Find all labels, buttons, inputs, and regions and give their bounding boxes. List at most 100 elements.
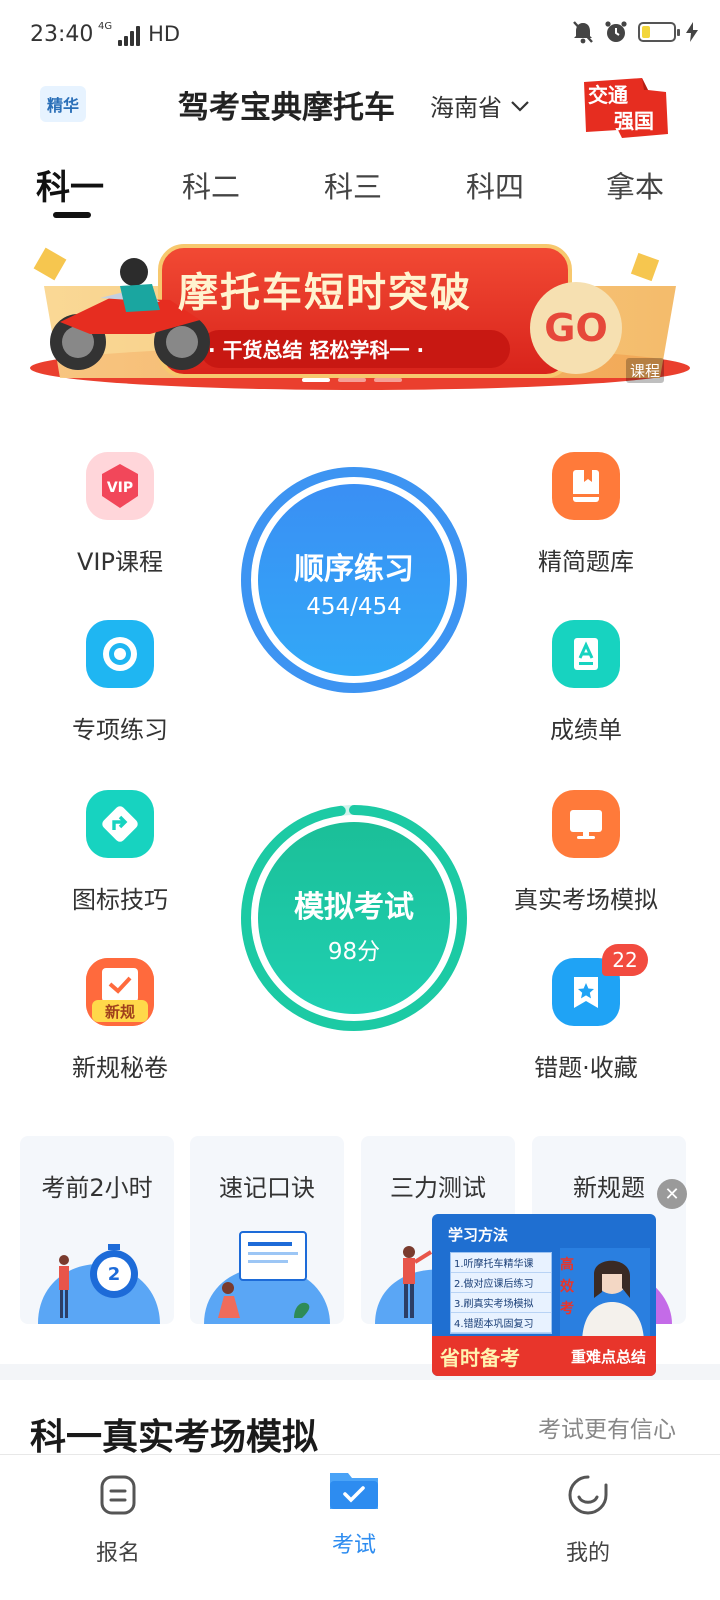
vip-course-label: VIP课程 [77, 548, 163, 576]
profile-smile-icon [568, 1475, 608, 1515]
traffic-power-logo[interactable]: 交通 强国 [582, 76, 668, 138]
network-type: 4G [98, 21, 113, 32]
banner-dot-1 [302, 378, 330, 382]
sign-tips-label: 图标技巧 [72, 886, 168, 914]
exam-folder-icon [330, 1473, 378, 1509]
card-exam-2-hours[interactable]: 考前2小时 2 [20, 1136, 174, 1324]
special-practice-entry[interactable]: 专项练习 [30, 620, 210, 745]
card-label: 考前2小时 [41, 1174, 153, 1202]
ad-footer-right: 重难点总结 [570, 1348, 646, 1366]
bottom-navigation: 报名 考试 我的 [0, 1454, 720, 1600]
score-report-entry[interactable]: 成绩单 [496, 620, 676, 745]
status-bar: 23:40 4G HD [0, 0, 720, 72]
mistakes-favorites-entry[interactable]: 错题·收藏 [496, 958, 676, 1083]
real-exam-sim-entry[interactable]: 真实考场模拟 [496, 790, 676, 915]
tab-subject-2[interactable]: 科二 [182, 164, 240, 206]
logo-text-bottom: 强国 [614, 109, 654, 133]
tab-subject-4[interactable]: 科四 [466, 164, 524, 206]
battery-level [642, 26, 650, 38]
study-illustration [204, 1231, 330, 1324]
ad-footer-left: 省时备考 [440, 1346, 520, 1370]
app-header: 精华 驾考宝典摩托车 海南省 交通 强国 [0, 72, 720, 148]
road-sign-icon [86, 790, 154, 858]
floating-study-ad[interactable]: 学习方法 1.听摩托车精华课 2.做对应课后练习 3.刷真实考场模拟 4.错题本… [432, 1214, 656, 1376]
tab-subject-1[interactable]: 科一 [36, 160, 104, 209]
network-indicator: 4G HD [98, 22, 180, 46]
question-bank-entry[interactable]: 精简题库 [496, 452, 676, 577]
hd-indicator: HD [148, 22, 181, 46]
score-report-label: 成绩单 [550, 716, 622, 744]
ad-step: 1.听摩托车精华课 [451, 1253, 551, 1273]
register-icon [100, 1475, 136, 1515]
banner-course-tag: 课程 [625, 358, 664, 383]
new-rules-icon: 新规 [86, 958, 154, 1026]
sequential-practice-button[interactable]: 顺序练习 454/454 [240, 466, 468, 694]
sequential-practice-title: 顺序练习 [294, 552, 414, 587]
vip-icon: VIP [86, 452, 154, 520]
section-subtitle[interactable]: 考试更有信心 [538, 1410, 676, 1444]
nav-exam-label: 考试 [331, 1533, 376, 1558]
monitor-icon [552, 790, 620, 858]
vip-icon-text: VIP [107, 480, 133, 496]
mock-exam-button[interactable]: 模拟考试 98分 [240, 804, 468, 1032]
sign-tips-entry[interactable]: 图标技巧 [30, 790, 210, 915]
target-icon [86, 620, 154, 688]
nav-register-label: 报名 [95, 1541, 140, 1566]
card-label: 速记口诀 [219, 1174, 315, 1202]
ad-close-icon[interactable]: ✕ [657, 1179, 687, 1209]
banner-go-button[interactable]: GO [530, 282, 622, 374]
vip-course-entry[interactable]: VIP VIP课程 [30, 452, 210, 577]
nav-exam[interactable]: 考试 [294, 1473, 414, 1559]
subject-tabs: 科一 科二 科三 科四 拿本 [0, 160, 720, 224]
promo-banner[interactable]: 摩托车短时突破 · 干货总结 轻松学科一 · GO 课程 [30, 238, 690, 398]
ad-step: 3.刷真实考场模拟 [451, 1293, 551, 1313]
new-rules-secret-entry[interactable]: 新规 新规秘卷 [30, 958, 210, 1083]
region-selector[interactable]: 海南省 [430, 88, 530, 123]
banner-pagination [302, 378, 402, 382]
banner-dot-2 [338, 378, 366, 382]
vip-icon-art: VIP [86, 452, 154, 520]
nav-profile[interactable]: 我的 [528, 1473, 648, 1567]
ad-header: 学习方法 [448, 1226, 509, 1244]
traffic-power-logo-art: 交通 强国 [584, 78, 668, 138]
new-rules-icon-text: 新规 [105, 1003, 135, 1021]
monitor-icon-art [570, 810, 602, 839]
logo-text-top: 交通 [588, 83, 628, 107]
mistakes-count-badge: 22 [602, 944, 648, 976]
ad-footer: 省时备考 重难点总结 [432, 1336, 656, 1376]
tab-subject-3[interactable]: 科三 [324, 164, 382, 206]
mistakes-favorites-label: 错题·收藏 [534, 1054, 638, 1082]
special-practice-label: 专项练习 [72, 716, 168, 744]
mute-icon [573, 21, 593, 44]
report-icon-art [574, 638, 598, 670]
report-icon [552, 620, 620, 688]
ad-step: 2.做对应课后练习 [451, 1273, 551, 1293]
book-icon-art [573, 470, 599, 502]
new-rules-icon-art: 新规 [86, 958, 154, 1026]
region-label: 海南省 [430, 94, 502, 122]
bookmark-star-icon-art [574, 977, 598, 1008]
mock-exam-title: 模拟考试 [294, 890, 414, 925]
svg-text:2: 2 [108, 1264, 121, 1285]
book-icon [552, 452, 620, 520]
banner-dot-3 [374, 378, 402, 382]
nav-register[interactable]: 报名 [58, 1473, 178, 1567]
tab-get-license[interactable]: 拿本 [606, 164, 664, 206]
nav-profile-label: 我的 [565, 1541, 610, 1566]
new-rules-secret-label: 新规秘卷 [72, 1054, 168, 1082]
ad-step: 4.错题本巩固复习 [451, 1313, 551, 1333]
card-memory-rhymes[interactable]: 速记口诀 [190, 1136, 344, 1324]
real-exam-sim-label: 真实考场模拟 [514, 886, 658, 914]
alarm-icon [605, 21, 627, 42]
sequential-practice-progress: 454/454 [306, 594, 402, 620]
app-title: 驾考宝典摩托车 [178, 90, 395, 126]
section-title: 科一真实考场模拟 [30, 1417, 319, 1458]
ad-side-text: 高效考 [560, 1257, 574, 1317]
active-tab-indicator [53, 212, 91, 218]
status-icons [572, 20, 698, 44]
target-icon-art [103, 637, 137, 671]
highlights-badge[interactable]: 精华 [40, 86, 86, 122]
question-bank-label: 精简题库 [538, 548, 634, 576]
status-time: 23:40 [30, 22, 94, 47]
banner-title: 摩托车短时突破 [178, 270, 472, 316]
